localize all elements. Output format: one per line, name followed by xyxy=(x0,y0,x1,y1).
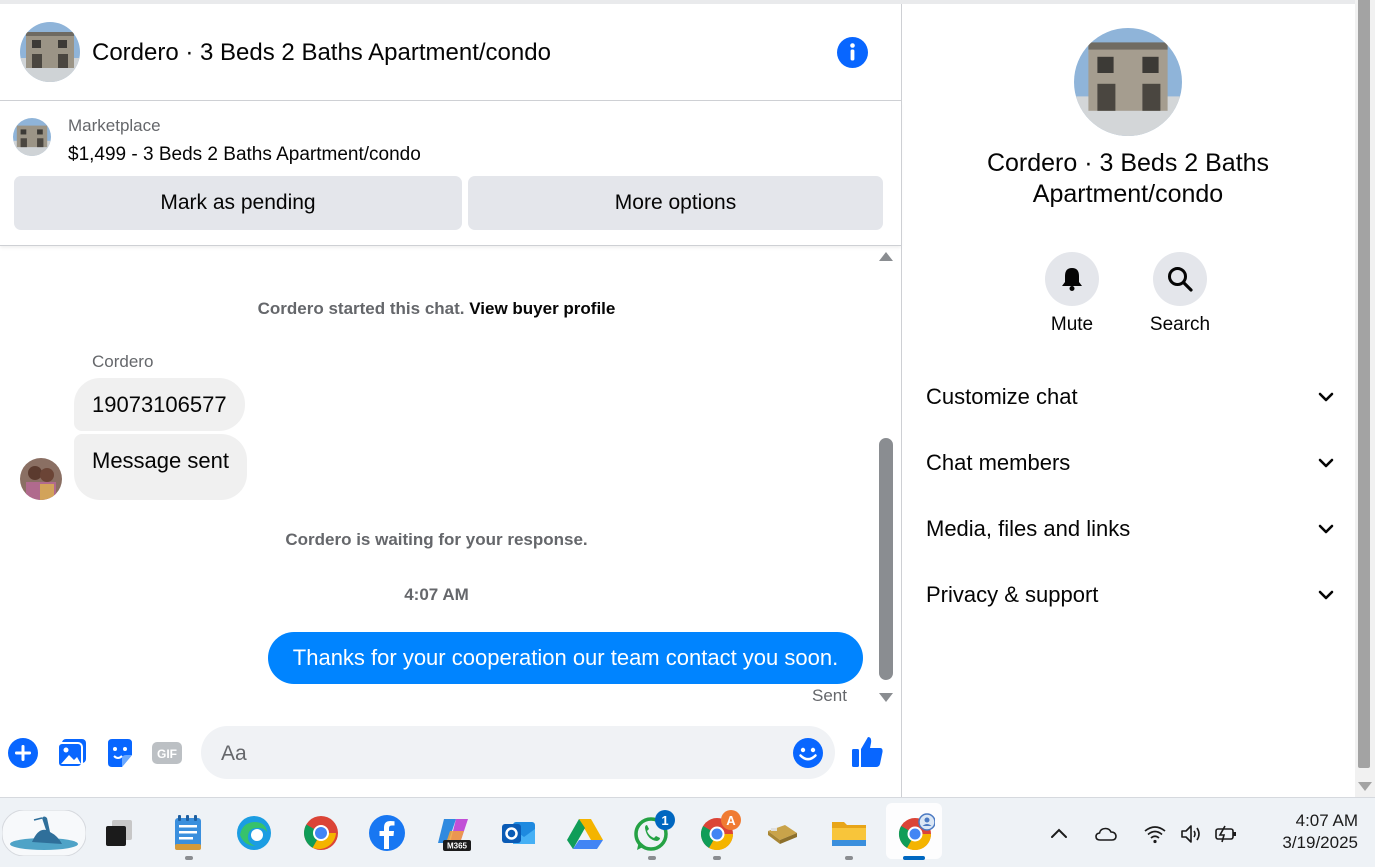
listing-title[interactable]: $1,499 - 3 Beds 2 Baths Apartment/condo xyxy=(68,144,421,166)
heron-wallpaper-widget[interactable] xyxy=(2,810,86,856)
listing-source: Marketplace xyxy=(68,116,161,135)
search-label: Search xyxy=(1149,314,1211,335)
file-explorer-icon[interactable] xyxy=(829,813,869,853)
usb-drive-icon[interactable] xyxy=(763,813,803,853)
customize-chat-section[interactable]: Customize chat xyxy=(926,375,1336,419)
active-app-indicator xyxy=(903,856,925,860)
volume-icon[interactable] xyxy=(1179,822,1203,846)
message-thread: Cordero started this chat. View buyer pr… xyxy=(0,246,901,716)
chevron-down-icon xyxy=(1318,590,1334,600)
mark-as-pending-button[interactable]: Mark as pending xyxy=(14,176,462,230)
media-files-links-section[interactable]: Media, files and links xyxy=(926,507,1336,551)
section-label: Customize chat xyxy=(926,384,1078,409)
waiting-notice: Cordero is waiting for your response. xyxy=(285,530,588,549)
chat-started-text: Cordero started this chat. xyxy=(257,299,465,318)
whatsapp-notification-badge: 1 xyxy=(655,810,675,830)
image-icon[interactable] xyxy=(56,737,88,769)
section-label: Privacy & support xyxy=(926,582,1099,607)
chevron-down-icon xyxy=(1318,458,1334,468)
more-options-button[interactable]: More options xyxy=(468,176,883,230)
section-label: Media, files and links xyxy=(926,516,1131,541)
window-scrollbar[interactable] xyxy=(1355,0,1375,797)
scroll-up-arrow-icon[interactable] xyxy=(879,252,893,261)
messages-scrollbar[interactable] xyxy=(876,246,896,714)
chrome-browser-icon[interactable] xyxy=(301,813,341,853)
running-indicator xyxy=(713,856,721,860)
view-buyer-profile-link[interactable]: View buyer profile xyxy=(469,299,615,318)
info-icon[interactable] xyxy=(836,36,869,69)
chat-started-notice: Cordero started this chat. View buyer pr… xyxy=(0,299,873,319)
outgoing-message[interactable]: Thanks for your cooperation our team con… xyxy=(268,632,863,684)
bell-icon xyxy=(1062,268,1082,291)
task-view-icon[interactable] xyxy=(99,813,139,853)
taskbar: M365 1 A 4:07 AM 3/19/2025 xyxy=(0,797,1375,867)
edge-browser-icon[interactable] xyxy=(234,813,274,853)
search-icon xyxy=(1168,267,1193,292)
search-button-circle xyxy=(1153,252,1207,306)
svg-text:M365: M365 xyxy=(447,842,468,851)
message-timestamp: 4:07 AM xyxy=(404,585,469,604)
incoming-message[interactable]: 19073106577 xyxy=(74,378,245,431)
privacy-support-section[interactable]: Privacy & support xyxy=(926,573,1336,617)
notepad-icon[interactable] xyxy=(168,813,208,853)
gif-icon[interactable]: GIF xyxy=(151,737,183,769)
section-label: Chat members xyxy=(926,450,1071,475)
m365-copilot-icon[interactable]: M365 xyxy=(434,813,474,853)
panel-title: Cordero · 3 Beds 2 Baths Apartment/condo xyxy=(986,149,1270,208)
window-scroll-down-arrow-icon[interactable] xyxy=(1358,782,1372,791)
chevron-up-icon[interactable] xyxy=(1047,822,1071,846)
listing-profile-photo[interactable] xyxy=(1074,28,1182,136)
message-status: Sent xyxy=(812,686,847,705)
mute-label: Mute xyxy=(1050,314,1094,335)
chevron-down-icon xyxy=(1318,524,1334,534)
clock-time: 4:07 AM xyxy=(1295,811,1358,830)
mute-button[interactable]: Mute xyxy=(1032,252,1112,336)
svg-text:GIF: GIF xyxy=(157,747,177,761)
chat-members-section[interactable]: Chat members xyxy=(926,441,1336,485)
sender-name: Cordero xyxy=(92,352,154,371)
onedrive-cloud-icon[interactable] xyxy=(1094,822,1118,846)
incoming-message[interactable]: Message sent xyxy=(74,434,247,500)
google-drive-icon[interactable] xyxy=(565,813,605,853)
thumbs-up-icon[interactable] xyxy=(849,734,885,770)
chevron-down-icon xyxy=(1318,392,1334,402)
chat-title: Cordero · 3 Beds 2 Baths Apartment/condo xyxy=(92,39,551,66)
chrome-profile-badge: A xyxy=(721,810,741,830)
running-indicator xyxy=(845,856,853,860)
clock-date: 3/19/2025 xyxy=(1282,833,1358,852)
wifi-icon[interactable] xyxy=(1143,822,1167,846)
sticker-icon[interactable] xyxy=(104,737,136,769)
sender-avatar[interactable] xyxy=(20,458,62,500)
search-in-conversation-button[interactable]: Search xyxy=(1140,252,1220,336)
running-indicator xyxy=(648,856,656,860)
outlook-mail-icon[interactable] xyxy=(499,813,539,853)
battery-charging-icon[interactable] xyxy=(1214,822,1238,846)
message-composer xyxy=(201,726,835,781)
listing-thumbnail[interactable] xyxy=(13,118,51,156)
running-indicator xyxy=(185,856,193,860)
facebook-app-icon[interactable] xyxy=(367,813,407,853)
marketplace-listing-card: Marketplace $1,499 - 3 Beds 2 Baths Apar… xyxy=(0,101,901,246)
listing-avatar[interactable] xyxy=(20,22,80,82)
conversation-details-panel: Cordero · 3 Beds 2 Baths Apartment/condo… xyxy=(901,4,1356,797)
chrome-active-window-icon[interactable] xyxy=(895,813,935,853)
message-input[interactable] xyxy=(219,726,783,781)
system-clock[interactable]: 4:07 AM 3/19/2025 xyxy=(1248,810,1358,854)
plus-icon[interactable] xyxy=(7,737,39,769)
emoji-icon[interactable] xyxy=(792,737,824,769)
window-scrollbar-thumb[interactable] xyxy=(1358,0,1370,768)
scroll-down-arrow-icon[interactable] xyxy=(879,693,893,702)
messages-scrollbar-thumb[interactable] xyxy=(879,438,893,680)
mute-button-circle xyxy=(1045,252,1099,306)
chat-header: Cordero · 3 Beds 2 Baths Apartment/condo xyxy=(0,4,901,101)
